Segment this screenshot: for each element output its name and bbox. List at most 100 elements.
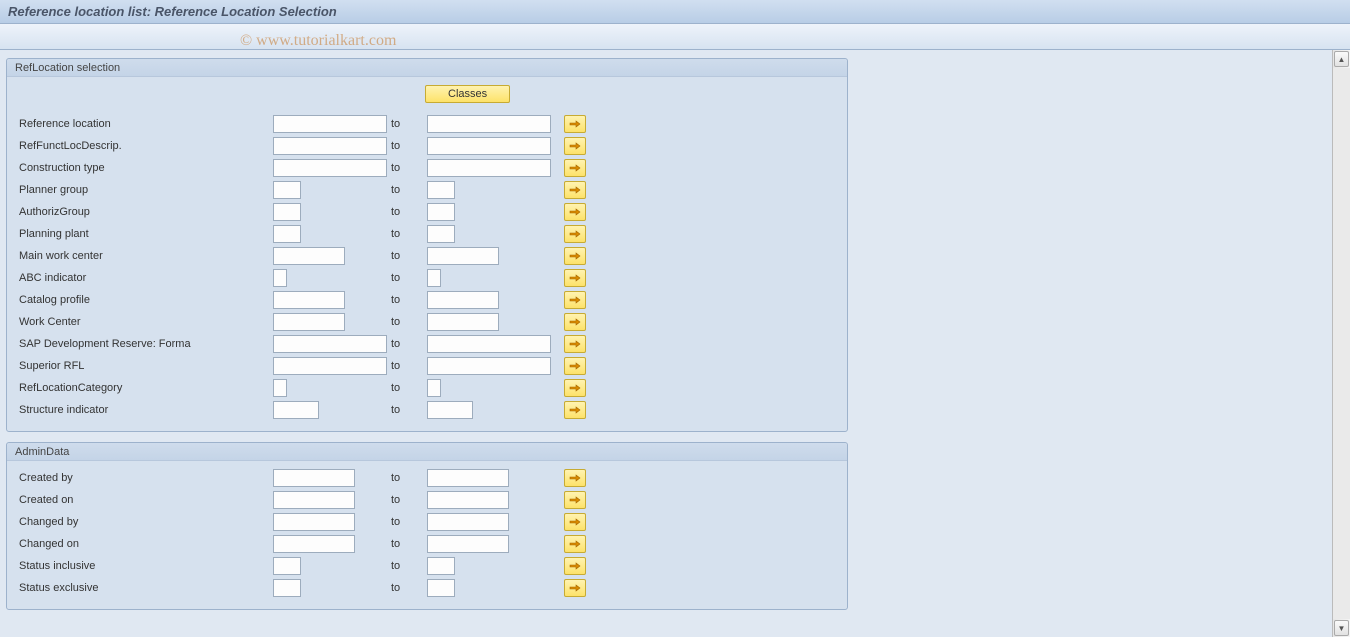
selection-row: AuthorizGroup to: [17, 201, 837, 223]
to-label: to: [389, 472, 427, 484]
to-input[interactable]: [427, 535, 509, 553]
arrow-right-icon: [569, 383, 581, 393]
multiple-selection-button[interactable]: [564, 225, 586, 243]
scroll-track[interactable]: [1333, 68, 1350, 619]
to-input[interactable]: [427, 491, 509, 509]
multiple-selection-button[interactable]: [564, 335, 586, 353]
arrow-right-icon: [569, 317, 581, 327]
arrow-right-icon: [569, 119, 581, 129]
to-input[interactable]: [427, 159, 551, 177]
selection-row: Construction type to: [17, 157, 837, 179]
to-input[interactable]: [427, 269, 441, 287]
from-input[interactable]: [273, 401, 319, 419]
to-input[interactable]: [427, 225, 455, 243]
titlebar: Reference location list: Reference Locat…: [0, 0, 1350, 24]
from-input[interactable]: [273, 357, 387, 375]
to-label: to: [389, 516, 427, 528]
selection-row: Planning plant to: [17, 223, 837, 245]
field-label: ABC indicator: [17, 272, 273, 284]
from-input[interactable]: [273, 513, 355, 531]
from-input[interactable]: [273, 203, 301, 221]
to-label: to: [389, 560, 427, 572]
multiple-selection-button[interactable]: [564, 357, 586, 375]
arrow-right-icon: [569, 339, 581, 349]
from-input[interactable]: [273, 159, 387, 177]
multiple-selection-button[interactable]: [564, 115, 586, 133]
multiple-selection-button[interactable]: [564, 401, 586, 419]
group-admin-data: AdminData Created by to Created on to: [6, 442, 848, 610]
classes-button[interactable]: Classes: [425, 85, 510, 103]
selection-row: Catalog profile to: [17, 289, 837, 311]
from-input[interactable]: [273, 379, 287, 397]
to-input[interactable]: [427, 247, 499, 265]
from-input[interactable]: [273, 469, 355, 487]
content-filler: [854, 50, 1332, 637]
to-label: to: [389, 228, 427, 240]
arrow-right-icon: [569, 141, 581, 151]
from-input[interactable]: [273, 335, 387, 353]
multiple-selection-button[interactable]: [564, 379, 586, 397]
from-input[interactable]: [273, 137, 387, 155]
to-label: to: [389, 294, 427, 306]
from-input[interactable]: [273, 579, 301, 597]
to-input[interactable]: [427, 357, 551, 375]
multiple-selection-button[interactable]: [564, 159, 586, 177]
multiple-selection-button[interactable]: [564, 513, 586, 531]
to-label: to: [389, 382, 427, 394]
to-input[interactable]: [427, 203, 455, 221]
field-label: SAP Development Reserve: Forma: [17, 338, 273, 350]
multiple-selection-button[interactable]: [564, 557, 586, 575]
from-input[interactable]: [273, 313, 345, 331]
scroll-up-icon[interactable]: ▲: [1334, 51, 1349, 67]
arrow-right-icon: [569, 517, 581, 527]
from-input[interactable]: [273, 247, 345, 265]
multiple-selection-button[interactable]: [564, 291, 586, 309]
to-input[interactable]: [427, 513, 509, 531]
multiple-selection-button[interactable]: [564, 181, 586, 199]
from-input[interactable]: [273, 491, 355, 509]
field-label: Planning plant: [17, 228, 273, 240]
from-input[interactable]: [273, 535, 355, 553]
multiple-selection-button[interactable]: [564, 269, 586, 287]
from-input[interactable]: [273, 115, 387, 133]
arrow-right-icon: [569, 495, 581, 505]
arrow-right-icon: [569, 207, 581, 217]
vertical-scrollbar[interactable]: ▲ ▼: [1332, 50, 1350, 637]
multiple-selection-button[interactable]: [564, 137, 586, 155]
to-input[interactable]: [427, 557, 455, 575]
multiple-selection-button[interactable]: [564, 469, 586, 487]
from-input[interactable]: [273, 291, 345, 309]
to-input[interactable]: [427, 469, 509, 487]
field-label: AuthorizGroup: [17, 206, 273, 218]
to-input[interactable]: [427, 335, 551, 353]
to-input[interactable]: [427, 291, 499, 309]
from-input[interactable]: [273, 225, 301, 243]
to-input[interactable]: [427, 181, 455, 199]
selection-row: Superior RFL to: [17, 355, 837, 377]
field-label: Changed on: [17, 538, 273, 550]
multiple-selection-button[interactable]: [564, 579, 586, 597]
to-input[interactable]: [427, 379, 441, 397]
scroll-down-icon[interactable]: ▼: [1334, 620, 1349, 636]
to-input[interactable]: [427, 401, 473, 419]
selection-row: Changed by to: [17, 511, 837, 533]
arrow-right-icon: [569, 163, 581, 173]
to-input[interactable]: [427, 313, 499, 331]
from-input[interactable]: [273, 181, 301, 199]
from-input[interactable]: [273, 557, 301, 575]
to-input[interactable]: [427, 137, 551, 155]
arrow-right-icon: [569, 561, 581, 571]
multiple-selection-button[interactable]: [564, 313, 586, 331]
multiple-selection-button[interactable]: [564, 203, 586, 221]
to-input[interactable]: [427, 579, 455, 597]
arrow-right-icon: [569, 295, 581, 305]
multiple-selection-button[interactable]: [564, 247, 586, 265]
multiple-selection-button[interactable]: [564, 491, 586, 509]
to-input[interactable]: [427, 115, 551, 133]
field-label: Planner group: [17, 184, 273, 196]
to-label: to: [389, 538, 427, 550]
multiple-selection-button[interactable]: [564, 535, 586, 553]
to-label: to: [389, 338, 427, 350]
arrow-right-icon: [569, 405, 581, 415]
from-input[interactable]: [273, 269, 287, 287]
